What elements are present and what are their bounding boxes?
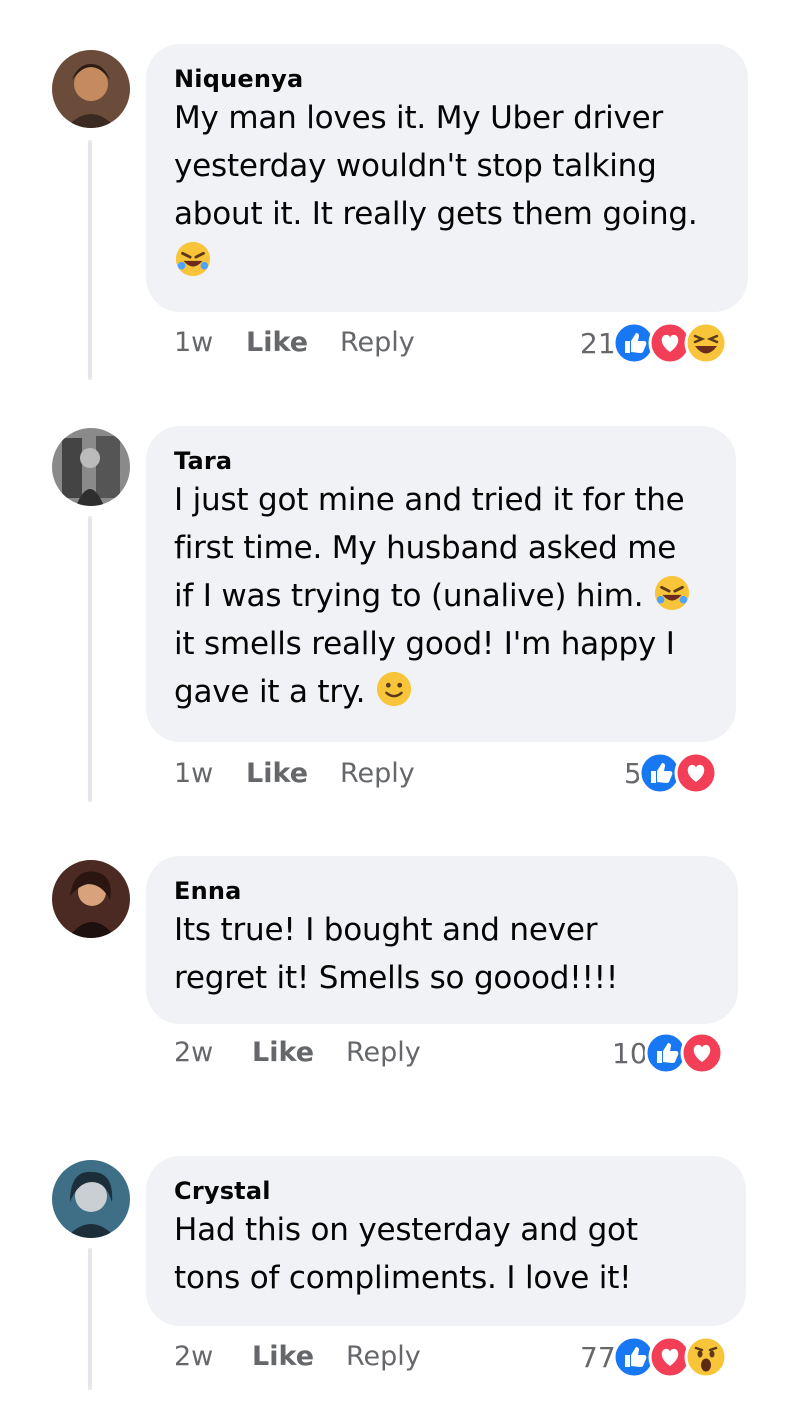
comment-line: My man loves it. My Uber driver — [174, 100, 664, 136]
reaction-summary[interactable]: 77 — [580, 1332, 728, 1382]
comment-line: regret it! Smells so goood!!!! — [174, 960, 619, 996]
comment-bubble: Enna Its true! I bought and never regret… — [146, 856, 738, 1024]
comment-line: it smells really good! I'm happy I — [174, 626, 675, 662]
love-icon — [680, 1031, 724, 1075]
comment-actions: 1w Like Reply — [174, 326, 415, 360]
smile-emoji-icon — [375, 670, 413, 708]
timestamp[interactable]: 1w — [174, 326, 246, 360]
reaction-summary[interactable]: 10 — [612, 1028, 724, 1078]
timestamp[interactable]: 2w — [174, 1340, 252, 1374]
like-button[interactable]: Like — [252, 1036, 346, 1070]
reply-button[interactable]: Reply — [346, 1340, 421, 1374]
wow-icon — [684, 1335, 728, 1379]
comment-text: I just got mine and tried it for the fir… — [174, 476, 710, 716]
reaction-summary[interactable]: 5 — [624, 748, 718, 798]
timestamp[interactable]: 2w — [174, 1036, 252, 1070]
reaction-count: 21 — [580, 326, 616, 360]
rofl-emoji-icon — [174, 240, 212, 278]
author-name[interactable]: Tara — [174, 446, 710, 476]
rofl-emoji-icon — [653, 574, 691, 612]
comment-bubble: Niquenya My man loves it. My Uber driver… — [146, 44, 748, 312]
reply-button[interactable]: Reply — [346, 1036, 421, 1070]
comment-line: first time. My husband asked me — [174, 530, 677, 566]
reaction-count: 77 — [580, 1340, 616, 1374]
comment-bubble: Crystal Had this on yesterday and got to… — [146, 1156, 746, 1326]
comment-line: Its true! I bought and never — [174, 912, 598, 948]
reaction-summary[interactable]: 21 — [580, 318, 728, 368]
comment-line: if I was trying to (unalive) him. — [174, 578, 644, 614]
avatar[interactable] — [52, 50, 130, 128]
love-icon — [674, 751, 718, 795]
comment-line: Had this on yesterday and got — [174, 1212, 638, 1248]
avatar[interactable] — [52, 1160, 130, 1238]
like-button[interactable]: Like — [252, 1340, 346, 1374]
comment-line: I just got mine and tried it for the — [174, 482, 685, 518]
reaction-count: 10 — [612, 1036, 648, 1070]
timestamp[interactable]: 1w — [174, 757, 246, 791]
comment-actions: 2w Like Reply — [174, 1340, 421, 1374]
reply-button[interactable]: Reply — [340, 326, 415, 360]
comment-actions: 1w Like Reply — [174, 757, 415, 791]
author-name[interactable]: Crystal — [174, 1176, 720, 1206]
thread-line — [88, 140, 92, 380]
comment-text: My man loves it. My Uber driver yesterda… — [174, 94, 722, 286]
haha-icon — [684, 321, 728, 365]
avatar[interactable] — [52, 428, 130, 506]
comment-line: yesterday wouldn't stop talking — [174, 148, 657, 184]
comment-text: Its true! I bought and never regret it! … — [174, 906, 712, 1002]
like-button[interactable]: Like — [246, 326, 340, 360]
comment-line: about it. It really gets them going. — [174, 196, 698, 232]
comment-bubble: Tara I just got mine and tried it for th… — [146, 426, 736, 742]
author-name[interactable]: Niquenya — [174, 64, 722, 94]
comment-actions: 2w Like Reply — [174, 1036, 421, 1070]
like-button[interactable]: Like — [246, 757, 340, 791]
comment-line: gave it a try. — [174, 674, 366, 710]
thread-line — [88, 516, 92, 802]
comment-line: tons of compliments. I love it! — [174, 1260, 632, 1296]
comment-text: Had this on yesterday and got tons of co… — [174, 1206, 720, 1302]
reply-button[interactable]: Reply — [340, 757, 415, 791]
avatar[interactable] — [52, 860, 130, 938]
author-name[interactable]: Enna — [174, 876, 712, 906]
thread-line — [88, 1248, 92, 1390]
